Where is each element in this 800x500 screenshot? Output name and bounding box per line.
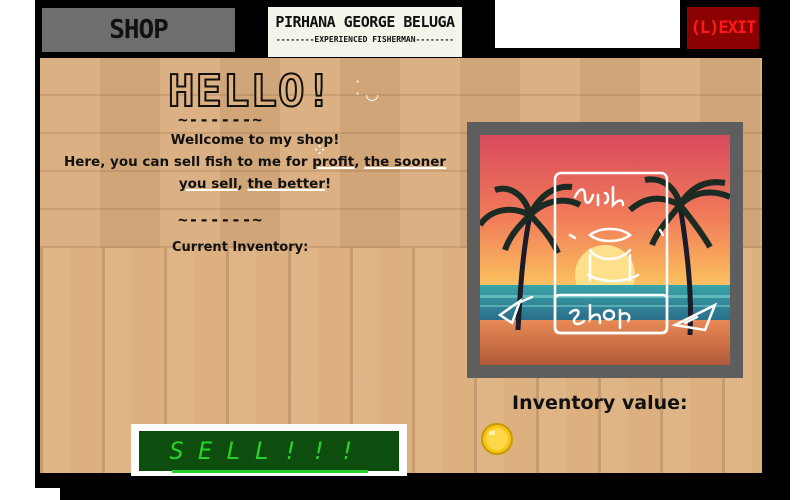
sell-button[interactable]: SELL!!! [139, 431, 399, 471]
welcome-line-1: Wellcome to my shop! [170, 132, 340, 148]
welcome-the-better: the better [247, 176, 325, 192]
welcome-sooner: the sooner [364, 154, 447, 170]
inventory-value-label: Inventory value: [512, 392, 688, 414]
welcome-line-2: Here, you can sell fish to me for profit… [45, 151, 465, 173]
welcome-sep-2: , [237, 176, 248, 192]
current-inventory-label: Current Inventory: [172, 240, 309, 255]
shop-screen: SHOP PIRHANA GEORGE BELUGA --------EXPER… [0, 0, 800, 500]
frame-bottom [60, 488, 790, 500]
shop-tab: SHOP [42, 8, 235, 52]
welcome-you-sell: you sell [178, 176, 238, 192]
welcome-text: Here, you can sell fish to me for [63, 154, 313, 170]
npc-name: PIRHANA GEORGE BELUGA [275, 13, 455, 31]
npc-title: --------EXPERIENCED FISHERMAN-------- [275, 35, 455, 44]
welcome-sep-1: , [354, 154, 365, 170]
welcome-line-3: you sell, the better! [45, 173, 465, 195]
npc-name-tag: PIRHANA GEORGE BELUGA --------EXPERIENCE… [268, 7, 462, 57]
gold-coin-icon [480, 422, 514, 456]
shop-picture [480, 135, 730, 365]
exit-button[interactable]: (L)EXIT [687, 7, 759, 49]
sparkle-doodle-icon: ⁘ [312, 140, 328, 161]
sell-underline [172, 470, 368, 473]
welcome-end: ! [324, 176, 332, 192]
divider-bottom: ~------~ [178, 210, 264, 229]
doodle-dots-icon: · · ◡ [355, 72, 380, 103]
divider-top: ~------~ [178, 110, 264, 129]
welcome-message: Wellcome to my shop! Here, you can sell … [45, 129, 465, 195]
